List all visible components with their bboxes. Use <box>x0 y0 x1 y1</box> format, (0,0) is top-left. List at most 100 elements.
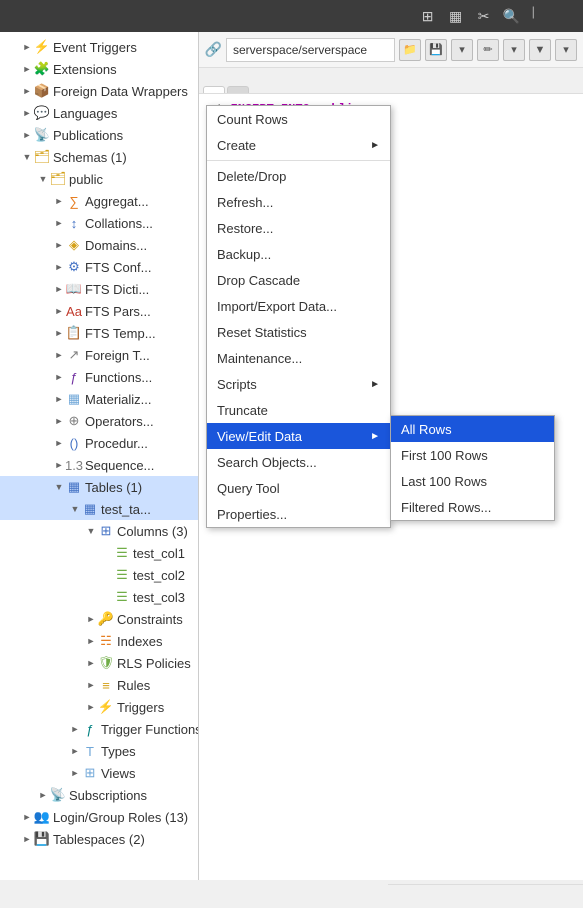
tree-item-public[interactable]: ▼🗂public <box>0 168 198 190</box>
tree-item-collations[interactable]: ►↕Collations... <box>0 212 198 234</box>
dashboard-label[interactable] <box>543 4 551 28</box>
table-icon[interactable]: ⊞ <box>416 4 440 28</box>
expand-arrow[interactable]: ► <box>68 766 82 780</box>
expand-arrow[interactable]: ► <box>20 40 34 54</box>
expand-arrow[interactable]: ► <box>52 326 66 340</box>
expand-arrow[interactable]: ► <box>20 84 34 98</box>
tree-item-test-ta[interactable]: ▼▦test_ta... <box>0 498 198 520</box>
tree-item-fts-conf[interactable]: ►⚙FTS Conf... <box>0 256 198 278</box>
ctx-item-reset-statistics[interactable]: Reset Statistics <box>207 319 390 345</box>
expand-arrow[interactable]: ▼ <box>36 172 50 186</box>
ctx-item-search-objects[interactable]: Search Objects... <box>207 449 390 475</box>
expand-arrow[interactable]: ► <box>20 106 34 120</box>
folder-btn[interactable]: 📁 <box>399 39 421 61</box>
tab-query[interactable] <box>203 86 225 93</box>
ctx-item-backup[interactable]: Backup... <box>207 241 390 267</box>
ctx-item-count-rows[interactable]: Count Rows <box>207 106 390 132</box>
tree-item-fts-temp[interactable]: ►📋FTS Temp... <box>0 322 198 344</box>
expand-arrow[interactable]: ▼ <box>52 480 66 494</box>
search-icon[interactable]: 🔍 <box>500 4 524 28</box>
expand-arrow[interactable]: ► <box>20 62 34 76</box>
grid-icon[interactable]: ▦ <box>444 4 468 28</box>
tree-item-constraints[interactable]: ►🔑Constraints <box>0 608 198 630</box>
expand-arrow[interactable]: ► <box>52 458 66 472</box>
cut-icon[interactable]: ✂ <box>472 4 496 28</box>
tree-item-triggers[interactable]: ►⚡Triggers <box>0 696 198 718</box>
tree-item-schemas[interactable]: ▼🗂Schemas (1) <box>0 146 198 168</box>
tree-item-indexes[interactable]: ►☵Indexes <box>0 630 198 652</box>
expand-arrow[interactable]: ► <box>68 744 82 758</box>
tree-item-procedures[interactable]: ►()Procedur... <box>0 432 198 454</box>
tree-item-tables[interactable]: ▼▦Tables (1) <box>0 476 198 498</box>
expand-arrow[interactable]: ▼ <box>20 150 34 164</box>
ctx-item-drop-cascade[interactable]: Drop Cascade <box>207 267 390 293</box>
tree-item-publications[interactable]: ►📡Publications <box>0 124 198 146</box>
tree-item-fts-pars[interactable]: ►AaFTS Pars... <box>0 300 198 322</box>
sql-label[interactable] <box>567 4 575 28</box>
tree-item-rls-policies[interactable]: ►🛡RLS Policies <box>0 652 198 674</box>
expand-arrow[interactable]: ► <box>84 656 98 670</box>
save-btn[interactable]: 💾 <box>425 39 447 61</box>
ctx-item-view-edit-data[interactable]: View/Edit Data► <box>207 423 390 449</box>
expand-arrow[interactable]: ► <box>52 436 66 450</box>
expand-arrow[interactable]: ► <box>52 392 66 406</box>
expand-arrow[interactable]: ► <box>20 810 34 824</box>
context-menu-1[interactable]: Count RowsCreate►Delete/DropRefresh...Re… <box>206 105 391 528</box>
expand-arrow[interactable]: ► <box>84 612 98 626</box>
ctx-item-truncate[interactable]: Truncate <box>207 397 390 423</box>
expand-arrow[interactable]: ► <box>84 700 98 714</box>
expand-arrow[interactable]: ► <box>52 370 66 384</box>
expand-arrow[interactable]: ▼ <box>84 524 98 538</box>
tab-query-history[interactable] <box>227 86 249 93</box>
tree-item-tablespaces[interactable]: ►💾Tablespaces (2) <box>0 828 198 850</box>
ctx-item-delete-drop[interactable]: Delete/Drop <box>207 163 390 189</box>
expand-arrow[interactable]: ► <box>36 788 50 802</box>
expand-arrow[interactable] <box>100 568 114 582</box>
tree-item-test-col2[interactable]: ☰test_col2 <box>0 564 198 586</box>
expand-arrow[interactable]: ► <box>52 238 66 252</box>
tree-item-foreign-data-wrappers[interactable]: ►📦Foreign Data Wrappers <box>0 80 198 102</box>
tree-item-subscriptions[interactable]: ►📡Subscriptions <box>0 784 198 806</box>
ctx-item-refresh[interactable]: Refresh... <box>207 189 390 215</box>
ctx-item-query-tool[interactable]: Query Tool <box>207 475 390 501</box>
expand-arrow[interactable]: ► <box>52 348 66 362</box>
expand-arrow[interactable]: ► <box>84 634 98 648</box>
properties-label[interactable] <box>555 4 563 28</box>
expand-arrow[interactable]: ► <box>20 832 34 846</box>
ctx-item-filtered-rows[interactable]: Filtered Rows... <box>391 494 554 520</box>
expand-arrow[interactable]: ► <box>84 678 98 692</box>
tree-item-types[interactable]: ►TTypes <box>0 740 198 762</box>
tree-item-functions[interactable]: ►ƒFunctions... <box>0 366 198 388</box>
filter-btn[interactable]: ▼ <box>529 39 551 61</box>
tree-item-trigger-functions[interactable]: ►ƒTrigger Functions <box>0 718 198 740</box>
ctx-item-all-rows[interactable]: All Rows <box>391 416 554 442</box>
expand-arrow[interactable]: ► <box>52 304 66 318</box>
tree-item-login-roles[interactable]: ►👥Login/Group Roles (13) <box>0 806 198 828</box>
ctx-item-import-export[interactable]: Import/Export Data... <box>207 293 390 319</box>
tree-item-extensions[interactable]: ►🧩Extensions <box>0 58 198 80</box>
tree-item-foreign-t[interactable]: ►↗Foreign T... <box>0 344 198 366</box>
tree-item-operators[interactable]: ►⊕Operators... <box>0 410 198 432</box>
tree-item-sequences[interactable]: ►1.3Sequence... <box>0 454 198 476</box>
expand-arrow[interactable]: ► <box>68 722 82 736</box>
tree-item-rules[interactable]: ►≡Rules <box>0 674 198 696</box>
ctx-item-restore[interactable]: Restore... <box>207 215 390 241</box>
address-input[interactable] <box>226 38 395 62</box>
pencil-arrow-btn[interactable]: ▾ <box>503 39 525 61</box>
tree-item-test-col3[interactable]: ☰test_col3 <box>0 586 198 608</box>
expand-arrow[interactable]: ► <box>52 282 66 296</box>
ctx-item-maintenance[interactable]: Maintenance... <box>207 345 390 371</box>
ctx-item-create[interactable]: Create► <box>207 132 390 158</box>
expand-arrow[interactable]: ► <box>52 194 66 208</box>
expand-arrow[interactable] <box>100 546 114 560</box>
tree-item-event-triggers[interactable]: ►⚡Event Triggers <box>0 36 198 58</box>
ctx-item-first-100-rows[interactable]: First 100 Rows <box>391 442 554 468</box>
tree-item-columns[interactable]: ▼⊞Columns (3) <box>0 520 198 542</box>
expand-arrow[interactable]: ► <box>52 260 66 274</box>
expand-arrow[interactable]: ► <box>52 216 66 230</box>
context-menu-2[interactable]: All RowsFirst 100 RowsLast 100 RowsFilte… <box>390 415 555 521</box>
expand-arrow[interactable]: ► <box>20 128 34 142</box>
save-arrow-btn[interactable]: ▾ <box>451 39 473 61</box>
tree-item-domains[interactable]: ►◈Domains... <box>0 234 198 256</box>
tree-item-views[interactable]: ►⊞Views <box>0 762 198 784</box>
